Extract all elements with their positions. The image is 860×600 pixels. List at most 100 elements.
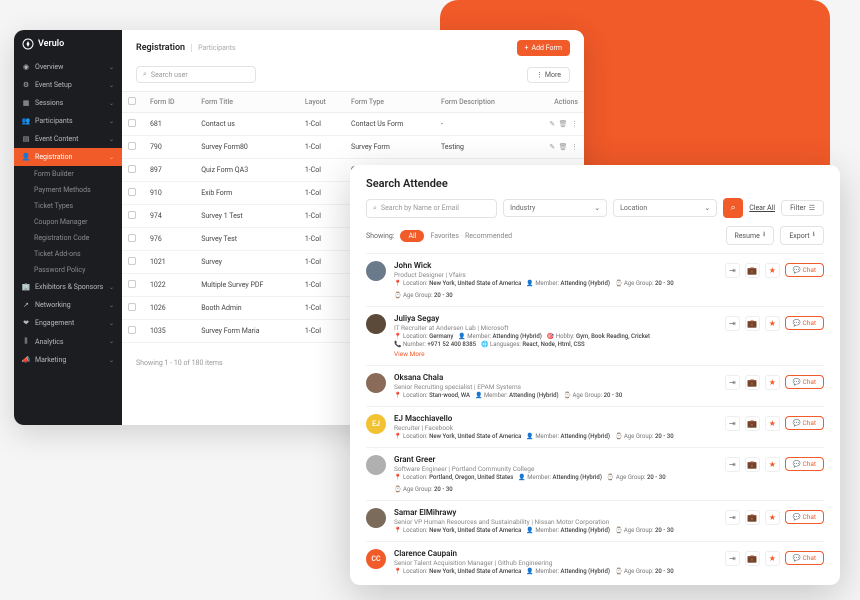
sidebar-sub-coupon-manager[interactable]: Coupon Manager — [14, 214, 122, 230]
chat-button[interactable]: 💬 Chat — [785, 416, 824, 430]
star-icon[interactable]: ★ — [765, 551, 780, 566]
run-icon[interactable]: ⇥ — [725, 316, 740, 331]
tab-all[interactable]: All — [400, 230, 424, 242]
chat-button[interactable]: 💬 Chat — [785, 263, 824, 277]
cell-title: Multiple Survey PDF — [195, 274, 299, 297]
sidebar-item-registration[interactable]: 👤Registration⌄ — [14, 148, 122, 166]
sidebar-item-event-content[interactable]: ▤Event Content⌄ — [14, 130, 122, 148]
run-icon[interactable]: ⇥ — [725, 457, 740, 472]
tab-favorites[interactable]: Favorites — [430, 232, 459, 240]
industry-select[interactable]: Industry⌄ — [503, 199, 607, 217]
row-checkbox[interactable] — [128, 280, 136, 288]
sidebar-item-overview[interactable]: ◉Overview⌄ — [14, 58, 122, 76]
sidebar-sub-registration-code[interactable]: Registration Code — [14, 230, 122, 246]
resume-button[interactable]: Resume⭳ — [726, 226, 775, 245]
attendee-search-ph: Search by Name or Email — [381, 204, 459, 212]
briefcase-icon[interactable]: 💼 — [745, 416, 760, 431]
export-button[interactable]: Export⭳ — [780, 226, 824, 245]
nav-icon: ⚙ — [22, 81, 30, 89]
edit-icon[interactable]: ✎ — [549, 120, 555, 128]
add-form-button[interactable]: +Add Form — [517, 40, 570, 56]
star-icon[interactable]: ★ — [765, 510, 780, 525]
table-row[interactable]: 681Contact us1-ColContact Us Form-✎ 🗑 ⋮ — [122, 113, 584, 136]
chevron-down-icon: ⌄ — [109, 302, 114, 309]
sidebar-item-participants[interactable]: 👥Participants⌄ — [14, 112, 122, 130]
tab-recommended[interactable]: Recommended — [465, 232, 512, 240]
row-checkbox[interactable] — [128, 119, 136, 127]
nav-label: Registration — [35, 153, 72, 161]
row-checkbox[interactable] — [128, 165, 136, 173]
row-checkbox[interactable] — [128, 303, 136, 311]
plus-icon: + — [525, 44, 529, 52]
run-icon[interactable]: ⇥ — [725, 551, 740, 566]
kebab-icon[interactable]: ⋮ — [571, 143, 578, 151]
table-row[interactable]: 790Survey Form801-ColSurvey FormTesting✎… — [122, 136, 584, 159]
star-icon[interactable]: ★ — [765, 375, 780, 390]
attendee-search[interactable]: ⌕Search by Name or Email — [366, 199, 497, 218]
sidebar-sub-payment-methods[interactable]: Payment Methods — [14, 182, 122, 198]
chat-button[interactable]: 💬 Chat — [785, 510, 824, 524]
row-checkbox[interactable] — [128, 188, 136, 196]
briefcase-icon[interactable]: 💼 — [745, 375, 760, 390]
view-more[interactable]: View More — [394, 350, 717, 358]
filter-button[interactable]: Filter☲ — [781, 200, 824, 216]
sidebar-item-sessions[interactable]: ▦Sessions⌄ — [14, 94, 122, 112]
star-icon[interactable]: ★ — [765, 316, 780, 331]
chevron-down-icon: ⌄ — [109, 338, 114, 345]
star-icon[interactable]: ★ — [765, 263, 780, 278]
sidebar-item-exhibitors-sponsors[interactable]: 🏢Exhibitors & Sponsors⌄ — [14, 278, 122, 296]
delete-icon[interactable]: 🗑 — [559, 120, 568, 128]
cell-id: 976 — [144, 228, 195, 251]
search-button[interactable]: ⌕ — [723, 198, 743, 218]
chat-button[interactable]: 💬 Chat — [785, 457, 824, 471]
edit-icon[interactable]: ✎ — [549, 143, 555, 151]
nav-icon: 🏢 — [22, 283, 30, 291]
delete-icon[interactable]: 🗑 — [559, 143, 568, 151]
sidebar-item-engagement[interactable]: ❤Engagement⌄ — [14, 314, 122, 332]
chevron-down-icon: ⌄ — [109, 64, 114, 71]
location-select[interactable]: Location⌄ — [613, 199, 717, 217]
nav-icon: 👤 — [22, 153, 30, 161]
briefcase-icon[interactable]: 💼 — [745, 457, 760, 472]
briefcase-icon[interactable]: 💼 — [745, 263, 760, 278]
row-checkbox[interactable] — [128, 211, 136, 219]
search-input[interactable]: ⌕Search user — [136, 66, 256, 83]
col-layout: Layout — [299, 92, 345, 113]
chat-button[interactable]: 💬 Chat — [785, 375, 824, 389]
sidebar-sub-ticket-add-ons[interactable]: Ticket Add-ons — [14, 246, 122, 262]
nav: ◉Overview⌄⚙Event Setup⌄▦Sessions⌄👥Partic… — [14, 58, 122, 425]
row-checkbox[interactable] — [128, 234, 136, 242]
star-icon[interactable]: ★ — [765, 416, 780, 431]
more-button[interactable]: ⋮ More — [527, 67, 570, 83]
search-icon: ⌕ — [143, 70, 147, 79]
kebab-icon[interactable]: ⋮ — [571, 120, 578, 128]
sidebar-sub-form-builder[interactable]: Form Builder — [14, 166, 122, 182]
avatar — [366, 261, 386, 281]
chat-button[interactable]: 💬 Chat — [785, 316, 824, 330]
clear-all[interactable]: Clear All — [749, 204, 775, 212]
sidebar-item-networking[interactable]: ↗Networking⌄ — [14, 296, 122, 314]
sidebar-item-event-setup[interactable]: ⚙Event Setup⌄ — [14, 76, 122, 94]
select-all-checkbox[interactable] — [128, 97, 136, 105]
row-checkbox[interactable] — [128, 326, 136, 334]
row-checkbox[interactable] — [128, 142, 136, 150]
row-checkbox[interactable] — [128, 257, 136, 265]
run-icon[interactable]: ⇥ — [725, 510, 740, 525]
run-icon[interactable]: ⇥ — [725, 416, 740, 431]
briefcase-icon[interactable]: 💼 — [745, 510, 760, 525]
sidebar-sub-password-policy[interactable]: Password Policy — [14, 262, 122, 278]
nav-icon: ❤ — [22, 319, 30, 327]
briefcase-icon[interactable]: 💼 — [745, 551, 760, 566]
sidebar-item-analytics[interactable]: ⫼Analytics⌄ — [14, 332, 122, 351]
industry-label: Industry — [510, 204, 535, 212]
star-icon[interactable]: ★ — [765, 457, 780, 472]
sidebar-sub-ticket-types[interactable]: Ticket Types — [14, 198, 122, 214]
col-actions: Actions — [527, 92, 584, 113]
attendee-name: Samar ElMihrawy — [394, 508, 717, 517]
briefcase-icon[interactable]: 💼 — [745, 316, 760, 331]
run-icon[interactable]: ⇥ — [725, 375, 740, 390]
attendee-role: Senior Recruiting specialist | EPAM Syst… — [394, 383, 717, 391]
chat-button[interactable]: 💬 Chat — [785, 551, 824, 565]
run-icon[interactable]: ⇥ — [725, 263, 740, 278]
sidebar-item-marketing[interactable]: 📣Marketing⌄ — [14, 351, 122, 369]
